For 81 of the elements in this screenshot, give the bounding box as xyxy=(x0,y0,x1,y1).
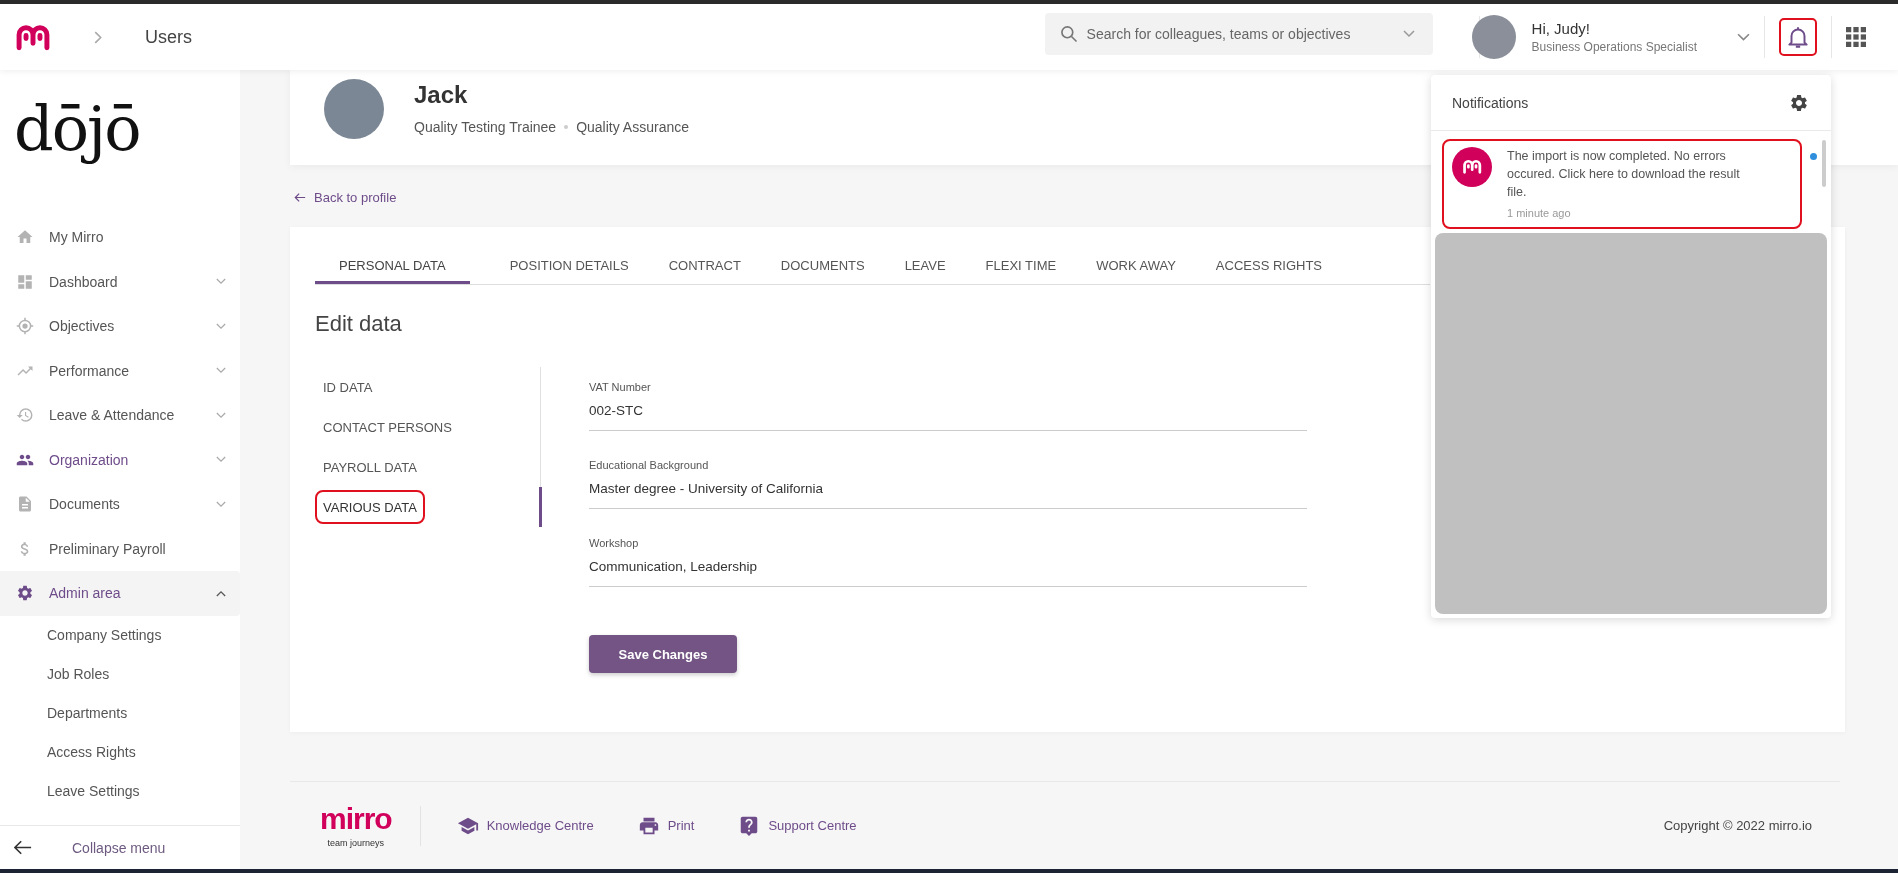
tab[interactable]: ACCESS RIGHTS xyxy=(1215,248,1323,284)
tab[interactable]: DOCUMENTS xyxy=(780,248,865,284)
department: Quality Assurance xyxy=(576,118,689,135)
sidebar-item[interactable]: Performance xyxy=(0,348,240,393)
footer-link[interactable]: Print xyxy=(637,814,695,837)
tab[interactable]: POSITION DETAILS xyxy=(509,248,629,284)
footer-link[interactable]: Support Centre xyxy=(738,814,857,837)
sidebar-item[interactable]: Admin area xyxy=(0,571,240,616)
separator-dot xyxy=(564,124,569,129)
input-field[interactable]: Master degree - University of California xyxy=(589,481,1307,509)
gear-icon xyxy=(1789,92,1809,113)
sidebar-item[interactable]: Leave & Attendance xyxy=(0,393,240,438)
sidebar-subitem[interactable]: Company Settings xyxy=(0,615,240,655)
profile-name: Jack xyxy=(414,80,469,109)
user-avatar xyxy=(1471,15,1516,59)
notification-message: The import is now completed. No errors occured. Click here to download the result file. xyxy=(1507,148,1741,201)
grid-icon xyxy=(1846,27,1866,47)
sidebar-subitem[interactable]: Access Rights xyxy=(0,732,240,772)
chevron-down-icon xyxy=(216,278,226,286)
chevron-down-icon xyxy=(216,322,226,330)
scrollbar-thumb[interactable] xyxy=(1822,140,1826,187)
chevron-down-icon xyxy=(1402,30,1415,38)
search-icon xyxy=(1058,24,1079,44)
apps-button[interactable] xyxy=(1846,27,1866,47)
tab[interactable]: PERSONAL DATA xyxy=(315,248,470,284)
sidebar-item[interactable]: Organization xyxy=(0,437,240,482)
field-label: Workshop xyxy=(589,537,640,549)
job-title: Quality Testing Trainee xyxy=(414,118,557,135)
chevron-right-icon xyxy=(94,30,103,44)
notification-time: 1 minute ago xyxy=(1507,207,1572,219)
sidebar-item[interactable]: Preliminary Payroll xyxy=(0,526,240,571)
user-role: Business Operations Specialist xyxy=(1531,40,1697,54)
sidebar-item[interactable]: Documents xyxy=(0,482,240,527)
search-field[interactable]: Search for colleagues, teams or objectives xyxy=(1044,13,1433,55)
section-title: Edit data xyxy=(315,311,403,337)
chevron-down-icon xyxy=(1737,32,1750,42)
sidebar-item[interactable]: Objectives xyxy=(0,304,240,349)
logo-tagline: team journeys xyxy=(327,837,385,848)
footer-link[interactable]: Knowledge Centre xyxy=(456,814,594,837)
user-greeting: Hi, Judy! xyxy=(1531,20,1591,37)
input-field[interactable]: 002-STC xyxy=(589,403,1307,431)
footer-logo: mirro xyxy=(320,803,392,834)
sidebar-item[interactable]: Dashboard xyxy=(0,259,240,304)
tab[interactable]: CONTRACT xyxy=(668,248,741,284)
sidebar-subitem[interactable]: Leave Settings xyxy=(0,771,240,811)
gear-icon xyxy=(16,584,34,603)
dashboard-icon xyxy=(16,272,34,291)
section-tab[interactable]: CONTACT PERSONS xyxy=(315,410,460,444)
copyright-text: Copyright © 2022 mirro.io xyxy=(1663,818,1812,833)
section-tab[interactable]: PAYROLL DATA xyxy=(315,450,425,484)
chevron-down-icon xyxy=(216,456,226,464)
chevron-down-icon xyxy=(216,411,226,419)
save-button[interactable]: Save Changes xyxy=(589,635,737,673)
tab[interactable]: WORK AWAY xyxy=(1096,248,1176,284)
chevron-down-icon xyxy=(216,367,226,375)
notification-item[interactable]: The import is now completed. No errors occured. Click here to download the result file. 1 minute ago xyxy=(1442,139,1802,229)
arrow-left-icon xyxy=(14,840,32,855)
settings-button[interactable] xyxy=(1789,92,1809,113)
section-tab[interactable]: VARIOUS DATA xyxy=(315,490,425,524)
notifications-button[interactable] xyxy=(1779,18,1817,56)
tab[interactable]: FLEXI TIME xyxy=(985,248,1057,284)
panel-title: Notifications xyxy=(1452,94,1529,111)
sidebar-subitem[interactable]: Departments xyxy=(0,693,240,733)
history-icon xyxy=(16,406,34,425)
bell-icon xyxy=(1785,24,1811,50)
target-icon xyxy=(16,317,34,336)
sidebar-item[interactable]: My Mirro xyxy=(0,215,240,260)
arrow-left-icon xyxy=(294,191,306,203)
breadcrumb-title: Users xyxy=(145,26,192,48)
brand-logo: dōjō xyxy=(13,91,141,167)
field-label: VAT Number xyxy=(589,381,652,393)
chevron-up-icon xyxy=(216,589,226,597)
document-icon xyxy=(16,495,34,514)
field-label: Educational Background xyxy=(589,459,710,471)
section-tab[interactable]: ID DATA xyxy=(315,370,381,404)
tab[interactable]: LEAVE xyxy=(904,248,946,284)
sidebar-subitem[interactable]: Job Roles xyxy=(0,654,240,694)
chevron-down-icon xyxy=(216,500,226,508)
input-field[interactable]: Communication, Leadership xyxy=(589,559,1307,587)
back-link[interactable]: Back to profile xyxy=(294,189,397,205)
logo-avatar-icon xyxy=(1452,147,1492,187)
